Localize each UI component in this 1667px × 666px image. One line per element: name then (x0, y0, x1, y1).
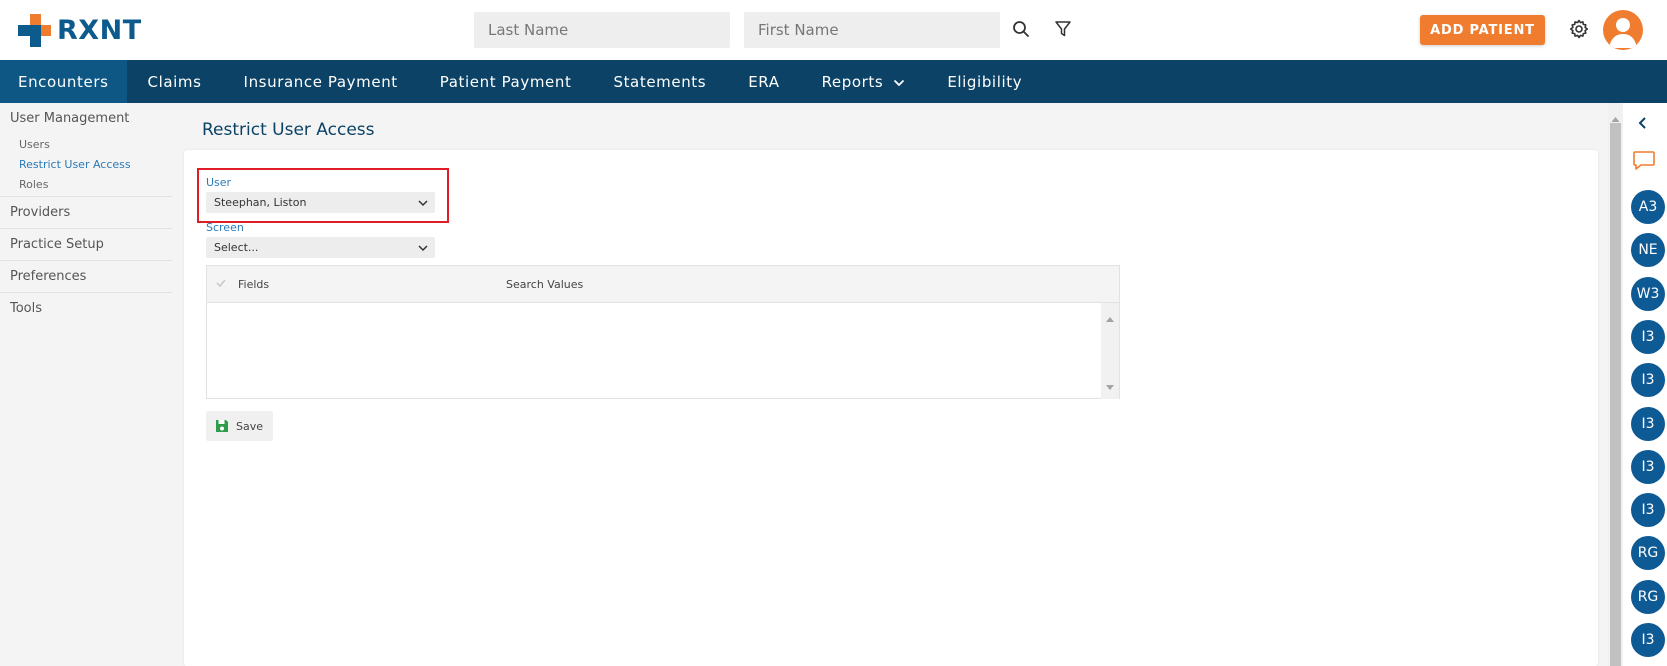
filter-icon[interactable] (1050, 16, 1076, 42)
nav-label: Eligibility (947, 72, 1023, 91)
rail-badge[interactable]: I3 (1631, 449, 1665, 484)
sidebar-tools[interactable]: Tools (0, 293, 172, 325)
rail-badge[interactable]: I3 (1631, 319, 1665, 354)
rail-badge[interactable]: W3 (1631, 276, 1665, 311)
right-rail: A3 NE W3 I3 I3 I3 I3 I3 RG RG I3 (1623, 103, 1667, 666)
nav-encounters[interactable]: Encounters (0, 60, 127, 103)
grid-header: Fields Search Values (207, 266, 1119, 303)
rail-badge[interactable]: RG (1631, 536, 1665, 571)
nav-label: Patient Payment (439, 72, 572, 91)
page-title: Restrict User Access (202, 120, 375, 140)
scrollbar-thumb[interactable] (1610, 123, 1621, 666)
nav-statements[interactable]: Statements (592, 60, 727, 103)
settings-sidebar: User Management Users Restrict User Acce… (0, 103, 172, 666)
rxnt-logo[interactable]: RXNT (18, 13, 142, 47)
nav-patient-payment[interactable]: Patient Payment (419, 60, 593, 103)
user-avatar-icon (1609, 18, 1637, 48)
chevron-down-icon (893, 73, 905, 91)
nav-eligibility[interactable]: Eligibility (926, 60, 1043, 103)
sidebar-practice-setup[interactable]: Practice Setup (0, 229, 172, 261)
floppy-disk-icon (215, 419, 229, 433)
scroll-down-icon[interactable] (1105, 376, 1115, 395)
highlight-box (197, 168, 449, 223)
top-header: RXNT ADD PATIENT (0, 0, 1667, 60)
sidebar-providers[interactable]: Providers (0, 197, 172, 229)
sidebar-user-management[interactable]: User Management (0, 103, 172, 135)
save-button[interactable]: Save (206, 411, 273, 441)
chat-icon[interactable] (1632, 150, 1656, 176)
nav-insurance-payment[interactable]: Insurance Payment (223, 60, 419, 103)
sidebar-item-roles[interactable]: Roles (0, 175, 172, 197)
main-nav: Encounters Claims Insurance Payment Pati… (0, 60, 1667, 103)
nav-label: ERA (748, 72, 780, 91)
nav-label: Encounters (18, 72, 109, 91)
content-card (184, 150, 1598, 666)
select-all-check-icon[interactable] (215, 277, 227, 292)
rail-badge[interactable]: NE (1631, 233, 1665, 268)
first-name-input[interactable] (744, 12, 1000, 48)
screen-select[interactable]: Select... (206, 237, 435, 258)
rail-badge[interactable]: I3 (1631, 623, 1665, 657)
nav-label: Claims (147, 72, 202, 91)
nav-label: Statements (613, 72, 707, 91)
screen-field-label: Screen (206, 221, 244, 234)
save-button-label: Save (236, 419, 264, 433)
sidebar-preferences[interactable]: Preferences (0, 261, 172, 293)
page-scrollbar[interactable] (1608, 103, 1623, 666)
column-header-fields[interactable]: Fields (238, 278, 269, 291)
nav-claims[interactable]: Claims (127, 60, 223, 103)
sidebar-item-restrict-user-access[interactable]: Restrict User Access (0, 155, 172, 175)
chevron-down-icon (417, 240, 429, 261)
fields-grid: Fields Search Values (206, 265, 1120, 399)
chevron-left-icon[interactable] (1637, 115, 1647, 134)
screen-select-value: Select... (214, 241, 259, 254)
rail-badge[interactable]: A3 (1631, 190, 1665, 224)
logo-text: RXNT (57, 14, 142, 46)
rxnt-cross-icon (18, 13, 51, 47)
column-header-search-values[interactable]: Search Values (506, 278, 583, 291)
sidebar-item-users[interactable]: Users (0, 135, 172, 155)
nav-reports[interactable]: Reports (801, 60, 927, 103)
rail-badge[interactable]: RG (1631, 579, 1665, 614)
nav-label: Reports (821, 72, 884, 91)
nav-label: Insurance Payment (243, 72, 398, 91)
add-patient-button[interactable]: ADD PATIENT (1420, 15, 1545, 45)
rail-badge[interactable]: I3 (1631, 363, 1665, 398)
grid-scrollbar[interactable] (1101, 303, 1119, 399)
search-icon[interactable] (1008, 16, 1034, 42)
scroll-up-icon[interactable] (1105, 308, 1115, 327)
last-name-input[interactable] (474, 12, 730, 48)
gear-icon[interactable] (1566, 16, 1592, 42)
rail-badge[interactable]: I3 (1631, 493, 1665, 528)
rail-badge[interactable]: I3 (1631, 406, 1665, 441)
nav-era[interactable]: ERA (727, 60, 800, 103)
user-avatar[interactable] (1603, 10, 1643, 50)
